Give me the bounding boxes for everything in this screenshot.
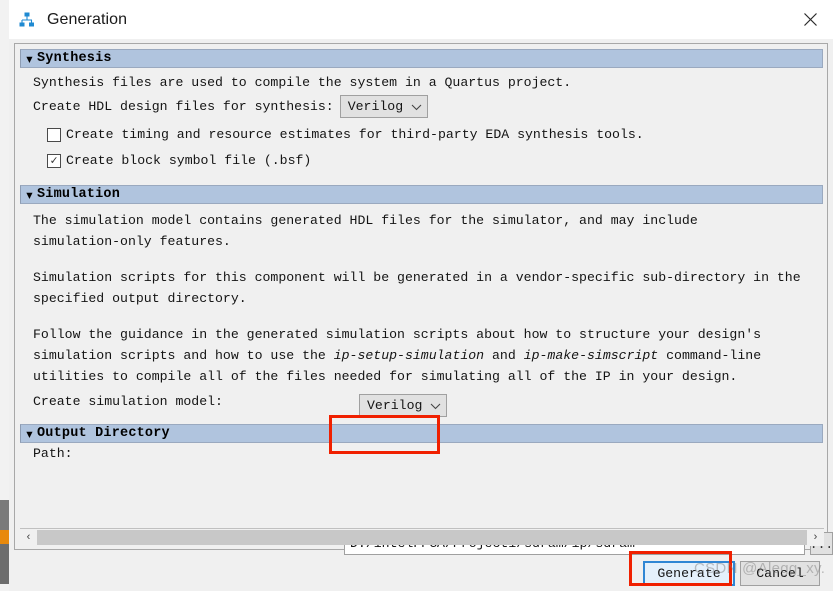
simulation-model-select[interactable]: Verilog — [359, 394, 448, 417]
simulation-paragraph1-line1: The simulation model contains generated … — [33, 213, 698, 228]
checkbox-row-timing-estimates[interactable]: Create timing and resource estimates for… — [20, 123, 823, 146]
hierarchy-icon — [17, 10, 37, 30]
simulation-paragraph3-line3: utilities to compile all of the files ne… — [33, 369, 738, 384]
background-strip-orange — [0, 530, 9, 544]
paragraph3-text-e: command-line — [658, 348, 762, 363]
output-path-label: Path: — [33, 446, 73, 461]
group-title-synthesis: Synthesis — [37, 51, 112, 66]
simulation-paragraph1-line2: simulation-only features. — [33, 234, 231, 249]
scroll-right-arrow-icon[interactable]: › — [807, 528, 824, 546]
collapse-twisty-icon[interactable]: ▾ — [23, 424, 36, 444]
cancel-button[interactable]: Cancel — [740, 561, 820, 586]
hdl-language-select[interactable]: Verilog — [339, 95, 429, 118]
simulation-model-row: Create simulation model: Verilog — [20, 391, 823, 417]
background-strip — [0, 500, 9, 530]
synthesis-intro-text: Synthesis files are used to compile the … — [33, 75, 572, 90]
output-path-row: Path: — [20, 446, 823, 461]
hdl-design-files-label: Create HDL design files for synthesis: — [33, 99, 334, 114]
window-title: Generation — [47, 10, 128, 28]
scrollable-settings-region: ▾ Synthesis Synthesis files are used to … — [20, 49, 823, 529]
dialog-footer: Generate Cancel — [9, 555, 833, 591]
group-title-output-directory: Output Directory — [37, 426, 170, 441]
close-icon[interactable] — [787, 0, 833, 39]
paragraph3-text-a: simulation scripts and how to use the — [33, 348, 334, 363]
simulation-paragraph2-line1: Simulation scripts for this component wi… — [33, 270, 801, 285]
simulation-model-label: Create simulation model: — [33, 394, 223, 409]
simulation-paragraph3-line2: simulation scripts and how to use the ip… — [20, 345, 823, 366]
checkbox-block-symbol-file[interactable]: ✓ — [47, 153, 61, 168]
background-strip-lower — [0, 544, 9, 584]
checkbox-label-timing-estimates: Create timing and resource estimates for… — [66, 127, 644, 142]
simulation-paragraph2-line2: specified output directory. — [33, 291, 247, 306]
checkbox-timing-estimates[interactable] — [47, 127, 61, 142]
paragraph3-ip-setup-simulation: ip-setup-simulation — [333, 348, 485, 363]
group-title-simulation: Simulation — [37, 187, 121, 202]
generate-button[interactable]: Generate — [643, 561, 735, 586]
horizontal-scrollbar[interactable]: ‹ › — [20, 528, 824, 546]
chevron-down-icon — [411, 103, 422, 111]
group-header-output-directory[interactable]: ▾ Output Directory — [20, 424, 823, 444]
group-header-simulation[interactable]: ▾ Simulation — [20, 185, 823, 205]
generation-dialog: Generation ▾ Synthesis Synthesis files a… — [9, 0, 833, 591]
scrollbar-thumb[interactable] — [37, 529, 807, 545]
group-header-synthesis[interactable]: ▾ Synthesis — [20, 49, 823, 69]
paragraph3-ip-make-simscript: ip-make-simscript — [523, 348, 659, 363]
checkbox-label-block-symbol-file: Create block symbol file (.bsf) — [66, 153, 312, 168]
scroll-left-arrow-icon[interactable]: ‹ — [20, 528, 37, 546]
hdl-design-files-row: Create HDL design files for synthesis: V… — [20, 95, 823, 118]
paragraph3-text-c: and — [484, 348, 524, 363]
content-panel: ▾ Synthesis Synthesis files are used to … — [14, 43, 833, 555]
hdl-language-value: Verilog — [347, 99, 404, 114]
simulation-paragraph3-line1: Follow the guidance in the generated sim… — [33, 327, 762, 342]
collapse-twisty-icon[interactable]: ▾ — [23, 49, 36, 69]
collapse-twisty-icon[interactable]: ▾ — [23, 185, 36, 205]
simulation-model-value: Verilog — [367, 398, 423, 413]
chevron-down-icon — [430, 402, 441, 410]
title-bar: Generation — [9, 0, 833, 39]
checkbox-mark: ✓ — [50, 153, 58, 168]
checkbox-row-block-symbol-file[interactable]: ✓ Create block symbol file (.bsf) — [20, 149, 823, 172]
